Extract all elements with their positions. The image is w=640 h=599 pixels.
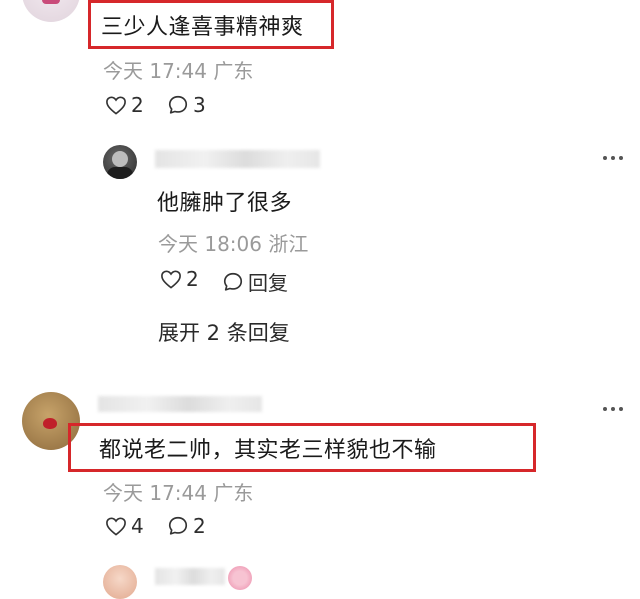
comment-meta: 今天 17:44 广东 (103, 477, 253, 506)
username-blurred (155, 568, 225, 585)
comment-bubble-icon (222, 271, 244, 293)
reply-count: 3 (193, 93, 206, 117)
heart-icon (160, 269, 182, 289)
comment-bubble-icon (167, 515, 189, 537)
flower-icon (228, 566, 252, 590)
like-button[interactable]: 4 (105, 514, 144, 538)
avatar[interactable] (22, 0, 80, 22)
heart-icon (105, 516, 127, 536)
comment-location: 广东 (213, 481, 254, 505)
comment-time: 今天 17:44 (103, 59, 207, 83)
reply-count: 2 (193, 514, 206, 538)
comment-location: 广东 (213, 59, 254, 83)
like-count: 2 (131, 93, 144, 117)
comment-bubble-icon (167, 94, 189, 116)
reply-label: 回复 (248, 271, 288, 295)
like-count: 2 (186, 267, 199, 291)
more-dots-icon[interactable] (603, 407, 623, 411)
reply-button[interactable]: 2 (167, 514, 206, 538)
comment-time: 今天 17:44 (103, 481, 207, 505)
expand-replies-button[interactable]: 展开 2 条回复 (158, 317, 290, 347)
comment-location: 浙江 (268, 232, 309, 256)
comment-meta: 今天 17:44 广东 (103, 55, 253, 84)
reply-button[interactable]: 回复 (222, 267, 288, 296)
like-button[interactable]: 2 (105, 93, 144, 117)
username-blurred (98, 396, 262, 412)
avatar[interactable] (103, 565, 137, 599)
comment-text: 都说老二帅，其实老三样貌也不输 (99, 438, 437, 463)
like-count: 4 (131, 514, 144, 538)
avatar[interactable] (103, 145, 137, 179)
like-button[interactable]: 2 (160, 267, 199, 291)
comment-text: 三少人逢喜事精神爽 (101, 15, 304, 40)
username-blurred (155, 150, 320, 168)
comment-meta: 今天 18:06 浙江 (158, 228, 308, 257)
heart-icon (105, 95, 127, 115)
reply-button[interactable]: 3 (167, 93, 206, 117)
more-dots-icon[interactable] (603, 156, 623, 160)
comment-text: 他臃肿了很多 (157, 191, 293, 216)
comment-time: 今天 18:06 (158, 232, 262, 256)
